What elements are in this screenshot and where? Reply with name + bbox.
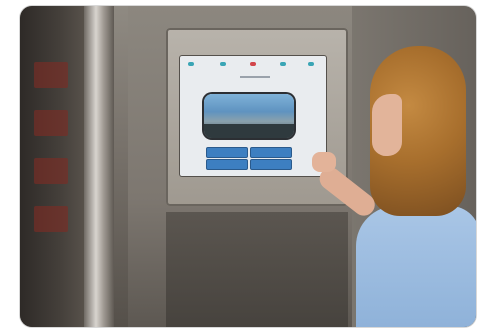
photo-ground	[204, 124, 294, 138]
screen-photo	[204, 94, 294, 138]
nav-icon	[280, 62, 286, 66]
screen-topbar	[184, 62, 322, 68]
screen-button	[250, 147, 292, 158]
screen-title-bar	[240, 76, 270, 78]
kiosk-screen	[180, 56, 326, 176]
nav-icon	[308, 62, 314, 66]
cabinet-slot	[34, 62, 68, 88]
kiosk-lower-panel	[166, 212, 348, 327]
left-cabinet	[20, 6, 88, 327]
screen-button	[206, 159, 248, 170]
cabinet-slot	[34, 158, 68, 184]
screen-button	[250, 159, 292, 170]
person-hand	[312, 152, 336, 172]
nav-icon	[250, 62, 256, 66]
cabinet-slot	[34, 206, 68, 232]
nav-icon	[220, 62, 226, 66]
person-face	[372, 94, 402, 156]
metal-pole	[84, 6, 114, 327]
person-shirt	[356, 206, 476, 327]
nav-icon	[188, 62, 194, 66]
screen-button	[206, 147, 248, 158]
photo-card	[20, 6, 476, 327]
cabinet-slot	[34, 110, 68, 136]
